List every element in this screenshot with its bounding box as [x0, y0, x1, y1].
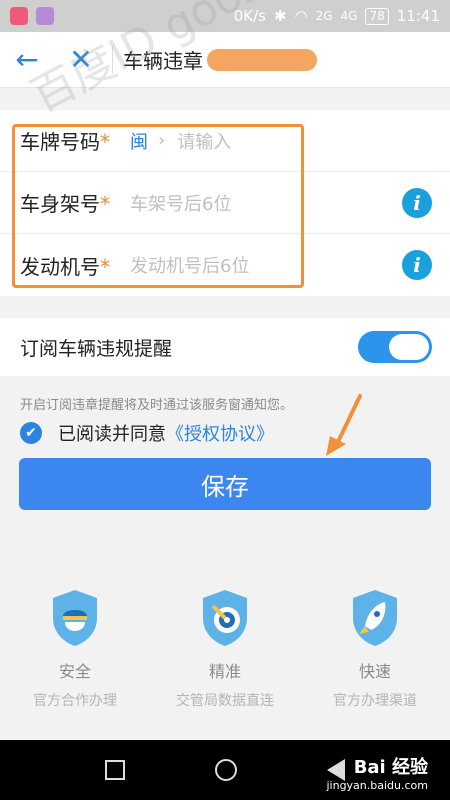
agreement-checkbox[interactable]: ✔ [20, 422, 42, 444]
back-icon[interactable]: ← [0, 32, 54, 88]
target-shield-icon [203, 590, 247, 646]
toggle-knob [389, 334, 429, 360]
vehicle-form: 车牌号码* 闽 › 请输入 车身架号* 车架号后6位 i 发动机号* 发动机号后… [0, 110, 450, 296]
feature-accurate: 精准 交管局数据直连 [150, 588, 300, 710]
police-shield-icon [53, 590, 97, 646]
annotation-arrow [326, 394, 362, 456]
chevron-right-icon[interactable]: › [158, 130, 165, 151]
agreement-row: ✔ 已阅读并同意 《授权协议》 [20, 420, 274, 446]
frame-label: 车身架号* [20, 192, 110, 216]
feature-title: 安全 [58, 662, 91, 681]
subscribe-row: 订阅车辆违规提醒 [0, 318, 450, 376]
plate-row: 车牌号码* 闽 › 请输入 [0, 110, 450, 172]
save-button[interactable]: 保存 [19, 458, 431, 510]
feature-safe: 安全 官方合作办理 [0, 588, 150, 710]
signal-2g: 2G [315, 9, 333, 23]
wifi-icon: ◠ [294, 7, 308, 25]
feature-title: 精准 [208, 662, 241, 681]
agreement-text: 已阅读并同意 [58, 424, 166, 445]
page-title-text: 车辆违章 [123, 49, 203, 73]
feature-fast: 快速 官方办理渠道 [300, 588, 450, 710]
bluetooth-icon: ✱ [273, 7, 287, 25]
header-divider [112, 45, 113, 74]
redaction-mark [207, 48, 317, 71]
feature-list: 安全 官方合作办理 精准 交管局数据直连 快速 官方办理渠道 [0, 588, 450, 710]
feature-title: 快速 [358, 662, 391, 681]
net-speed: 0K/s [233, 7, 266, 25]
frame-input[interactable]: 车架号后6位 [130, 190, 231, 216]
heart-app-icon [10, 7, 28, 25]
subscribe-notice: 开启订阅违章提醒将及时通过该服务窗通知您。 [20, 398, 294, 413]
feature-subtitle: 官方办理渠道 [333, 693, 417, 709]
status-bar: 0K/s ✱ ◠ 2G 4G 78 11:41 [0, 0, 450, 32]
engine-info-icon[interactable]: i [402, 250, 432, 280]
frame-row: 车身架号* 车架号后6位 i [0, 172, 450, 234]
province-select[interactable]: 闽 [130, 128, 148, 154]
frame-info-icon[interactable]: i [402, 187, 432, 218]
app-header: ← ✕ 车辆违章 [0, 32, 450, 88]
clock: 11:41 [396, 7, 440, 25]
subscribe-toggle[interactable] [358, 331, 432, 363]
plate-label: 车牌号码* [20, 130, 110, 154]
page-title: 车辆违章 [123, 45, 317, 74]
battery-indicator: 78 [365, 7, 389, 25]
close-icon[interactable]: ✕ [54, 32, 108, 88]
gallery-app-icon [36, 7, 54, 25]
rocket-shield-icon [353, 590, 397, 646]
feature-subtitle: 交管局数据直连 [176, 693, 274, 709]
engine-input[interactable]: 发动机号后6位 [130, 252, 249, 278]
recents-button[interactable] [105, 760, 125, 780]
agreement-link[interactable]: 《授权协议》 [166, 420, 274, 446]
home-button[interactable] [215, 759, 237, 781]
feature-subtitle: 官方合作办理 [33, 693, 117, 709]
plate-input[interactable]: 请输入 [177, 128, 231, 154]
signal-4g: 4G [340, 9, 358, 23]
subscribe-label: 订阅车辆违规提醒 [20, 337, 173, 360]
engine-label: 发动机号* [20, 254, 110, 279]
baidu-jingyan-watermark: Bai 经验 jingyan.baidu.com [326, 753, 428, 792]
engine-row: 发动机号* 发动机号后6位 i [0, 234, 450, 296]
baidu-brand: Bai 经验 [353, 757, 428, 778]
baidu-url: jingyan.baidu.com [326, 779, 428, 792]
